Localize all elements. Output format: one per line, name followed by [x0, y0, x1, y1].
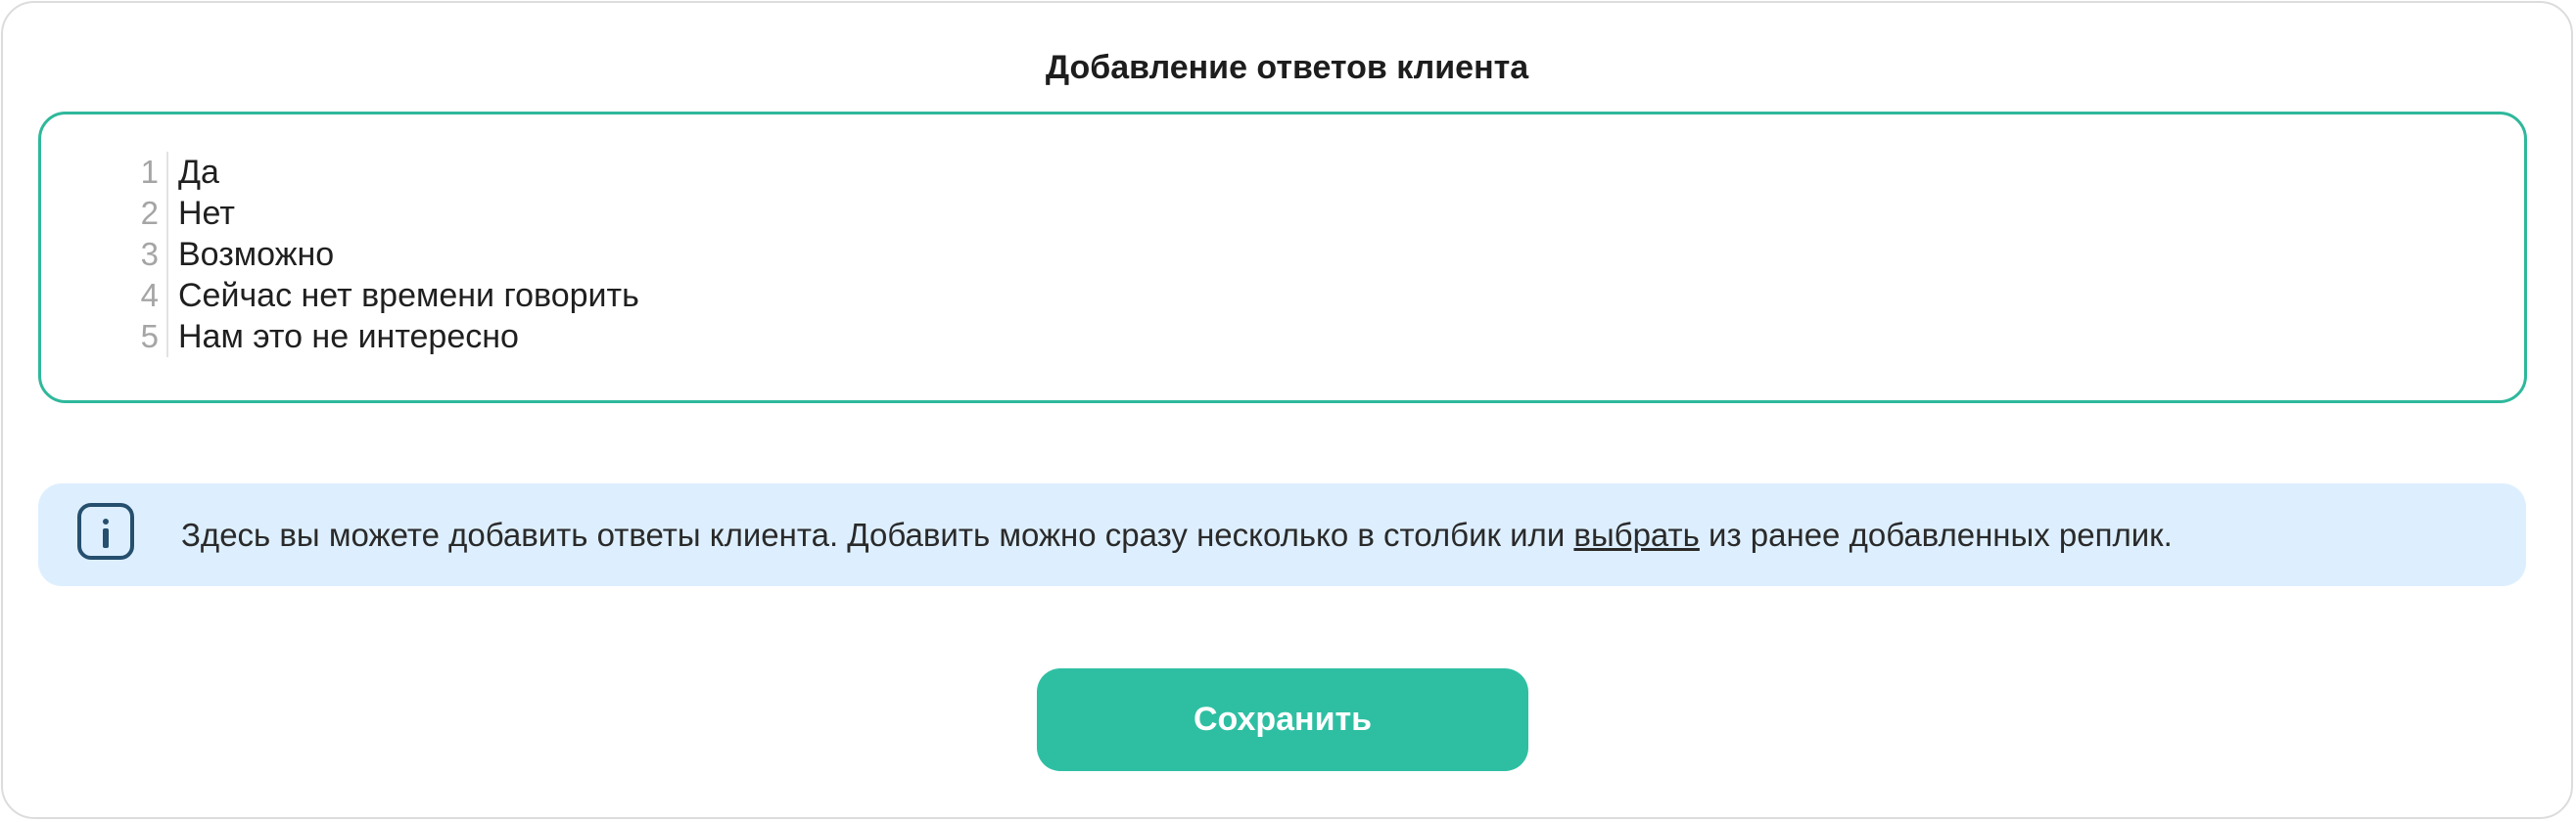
answers-editor[interactable]: 1 Да 2 Нет 3 Возможно 4 Сейчас нет време…	[38, 112, 2527, 403]
line-number: 5	[100, 316, 168, 357]
editor-line[interactable]: 1 Да	[100, 152, 639, 193]
line-text[interactable]: Нам это не интересно	[168, 316, 519, 357]
editor-line[interactable]: 2 Нет	[100, 193, 639, 234]
editor-lines: 1 Да 2 Нет 3 Возможно 4 Сейчас нет време…	[100, 152, 639, 357]
line-number: 4	[100, 275, 168, 316]
choose-existing-link[interactable]: выбрать	[1573, 517, 1699, 553]
line-number: 3	[100, 234, 168, 275]
info-text-before: Здесь вы можете добавить ответы клиента.…	[181, 517, 1574, 553]
line-text[interactable]: Да	[168, 152, 219, 193]
line-number: 1	[100, 152, 168, 193]
save-button[interactable]: Сохранить	[1037, 668, 1528, 771]
line-text[interactable]: Сейчас нет времени говорить	[168, 275, 639, 316]
info-icon	[77, 503, 134, 560]
add-client-answers-dialog: Добавление ответов клиента 1 Да 2 Нет 3 …	[1, 1, 2573, 819]
info-banner: Здесь вы можете добавить ответы клиента.…	[38, 483, 2526, 586]
line-text[interactable]: Возможно	[168, 234, 334, 275]
info-text-after: из ранее добавленных реплик.	[1699, 517, 2173, 553]
editor-line[interactable]: 5 Нам это не интересно	[100, 316, 639, 357]
line-text[interactable]: Нет	[168, 193, 235, 234]
editor-line[interactable]: 3 Возможно	[100, 234, 639, 275]
editor-line[interactable]: 4 Сейчас нет времени говорить	[100, 275, 639, 316]
info-icon-bar	[103, 528, 109, 548]
info-icon-dot	[103, 519, 109, 525]
dialog-title: Добавление ответов клиента	[1045, 49, 1529, 86]
line-number: 2	[100, 193, 168, 234]
info-text: Здесь вы можете добавить ответы клиента.…	[181, 483, 2173, 586]
